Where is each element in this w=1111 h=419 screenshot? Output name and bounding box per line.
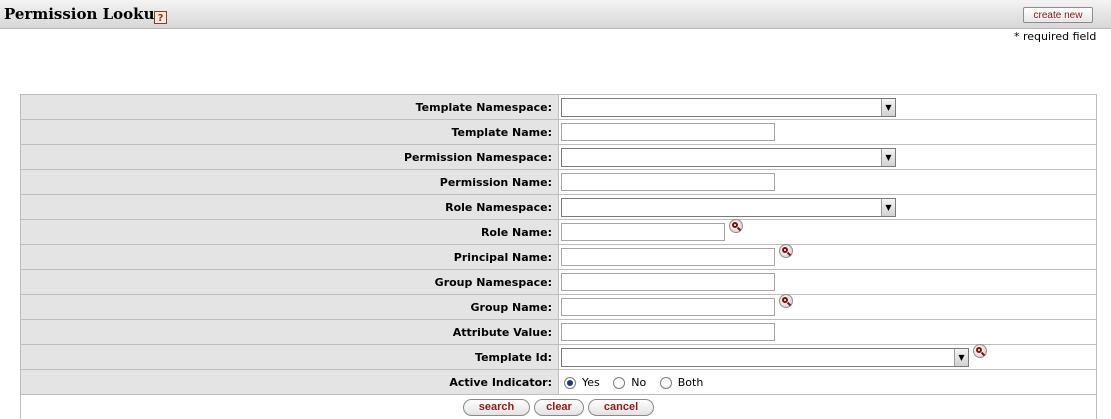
group-name-input[interactable] bbox=[561, 298, 775, 316]
form-row-active-indicator: Active Indicator: Yes No Both bbox=[20, 369, 1097, 395]
attribute-value-label: Attribute Value: bbox=[20, 319, 559, 345]
role-namespace-label: Role Namespace: bbox=[20, 194, 559, 220]
active-indicator-radio-group: Yes No Both bbox=[564, 376, 713, 390]
form-row-template-id: Template Id: ▼ bbox=[20, 343, 1097, 370]
template-id-lookup-icon[interactable] bbox=[973, 343, 987, 358]
dropdown-arrow-icon[interactable]: ▼ bbox=[881, 148, 895, 166]
form-row-permission-name: Permission Name: bbox=[20, 169, 1097, 195]
form-row-template-namespace: Template Namespace: ▼ bbox=[20, 94, 1097, 120]
group-namespace-input[interactable] bbox=[561, 273, 775, 291]
help-icon[interactable]: ? bbox=[154, 11, 167, 24]
form-row-permission-namespace: Permission Namespace: ▼ bbox=[20, 144, 1097, 170]
form-row-principal-name: Principal Name: bbox=[20, 244, 1097, 270]
form-row-group-name: Group Name: bbox=[20, 294, 1097, 320]
role-name-input[interactable] bbox=[561, 223, 725, 241]
permission-name-input[interactable] bbox=[561, 173, 775, 191]
permission-namespace-label: Permission Namespace: bbox=[20, 144, 559, 170]
active-no-radio[interactable] bbox=[613, 376, 626, 389]
dropdown-arrow-icon[interactable]: ▼ bbox=[954, 348, 968, 366]
template-id-select[interactable]: ▼ bbox=[561, 347, 969, 367]
page-title: Permission Lookup bbox=[4, 5, 165, 23]
principal-name-label: Principal Name: bbox=[20, 244, 559, 270]
form-row-template-name: Template Name: bbox=[20, 119, 1097, 145]
role-name-lookup-icon[interactable] bbox=[729, 219, 743, 233]
template-id-label: Template Id: bbox=[20, 344, 559, 370]
form-row-role-name: Role Name: bbox=[20, 219, 1097, 245]
dropdown-arrow-icon[interactable]: ▼ bbox=[881, 198, 895, 216]
dropdown-arrow-icon[interactable]: ▼ bbox=[881, 98, 895, 116]
active-no-label: No bbox=[631, 376, 647, 390]
group-namespace-label: Group Namespace: bbox=[20, 269, 559, 295]
required-field-note: * required field bbox=[1014, 30, 1097, 43]
permission-name-label: Permission Name: bbox=[20, 169, 559, 195]
active-both-radio[interactable] bbox=[659, 376, 672, 389]
permission-namespace-select[interactable]: ▼ bbox=[561, 147, 896, 167]
attribute-value-input[interactable] bbox=[561, 323, 775, 341]
role-namespace-select[interactable]: ▼ bbox=[561, 197, 896, 217]
template-name-label: Template Name: bbox=[20, 119, 559, 145]
cancel-button[interactable]: cancel bbox=[588, 399, 654, 416]
active-yes-radio[interactable] bbox=[564, 376, 576, 389]
active-yes-label: Yes bbox=[582, 376, 600, 390]
create-new-button[interactable]: create new bbox=[1023, 7, 1093, 23]
button-row: search clear cancel bbox=[20, 394, 1097, 419]
group-name-label: Group Name: bbox=[20, 294, 559, 320]
principal-name-input[interactable] bbox=[561, 248, 775, 266]
lookup-form: Template Namespace: ▼ Template Name: Per… bbox=[20, 94, 1097, 395]
clear-button[interactable]: clear bbox=[534, 399, 584, 416]
template-namespace-select[interactable]: ▼ bbox=[561, 97, 896, 117]
template-name-input[interactable] bbox=[561, 123, 775, 141]
active-both-label: Both bbox=[677, 376, 704, 390]
active-indicator-label: Active Indicator: bbox=[20, 369, 559, 395]
role-name-label: Role Name: bbox=[20, 219, 559, 245]
search-button[interactable]: search bbox=[463, 399, 530, 416]
template-namespace-label: Template Namespace: bbox=[20, 94, 559, 120]
group-name-lookup-icon[interactable] bbox=[779, 294, 793, 308]
page-header: Permission Lookup ? create new bbox=[0, 0, 1111, 29]
form-row-attribute-value: Attribute Value: bbox=[20, 319, 1097, 345]
form-row-role-namespace: Role Namespace: ▼ bbox=[20, 194, 1097, 220]
form-row-group-namespace: Group Namespace: bbox=[20, 269, 1097, 295]
principal-name-lookup-icon[interactable] bbox=[779, 244, 793, 258]
